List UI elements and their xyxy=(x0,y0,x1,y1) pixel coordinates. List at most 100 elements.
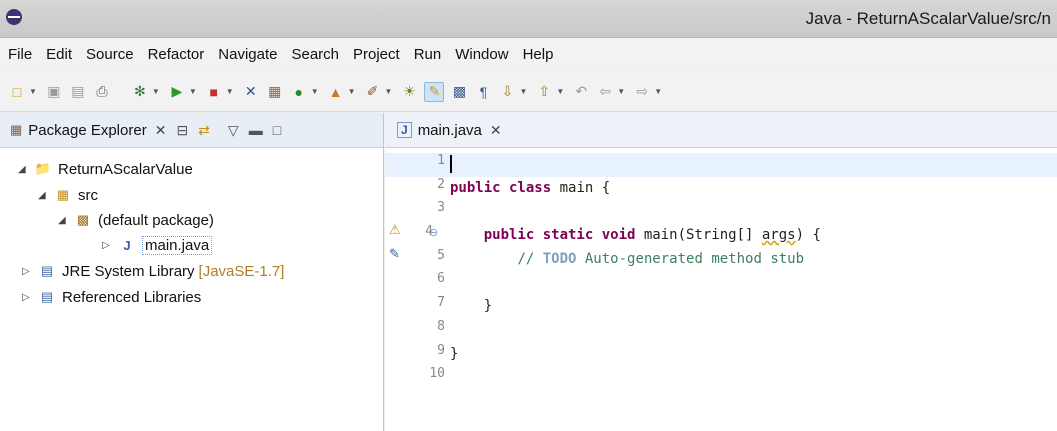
previous-annotation-dropdown-icon[interactable]: ▼ xyxy=(556,87,564,96)
print-icon[interactable]: ⎙ xyxy=(93,83,111,101)
text-cursor xyxy=(450,155,452,173)
search-icon[interactable]: ✐ xyxy=(364,83,382,101)
window-title: Java - ReturnAScalarValue/src/n xyxy=(805,9,1051,28)
line-number: 5 xyxy=(437,247,445,263)
close-icon[interactable]: ✕ xyxy=(155,122,167,139)
minimize-icon[interactable]: ▬ xyxy=(249,122,263,138)
package-explorer-view-icon: ▦ xyxy=(10,122,23,137)
title-bar: Java - ReturnAScalarValue/src/n xyxy=(0,0,1057,38)
next-annotation-icon[interactable]: ⇩ xyxy=(498,83,516,101)
back-dropdown-icon[interactable]: ▼ xyxy=(617,87,625,96)
menu-file[interactable]: File xyxy=(2,46,38,63)
menu-help[interactable]: Help xyxy=(517,46,560,63)
tree-item-main-java[interactable]: ▷ J main.java xyxy=(102,233,213,257)
collapse-all-icon[interactable]: ⊟ xyxy=(176,122,188,139)
show-whitespace-icon[interactable]: ¶ xyxy=(474,83,492,101)
line-number: 10 xyxy=(429,366,445,382)
tree-item-src[interactable]: ◢ ▦ src xyxy=(38,183,98,207)
previous-annotation-icon[interactable]: ⇧ xyxy=(535,83,553,101)
collapsed-twisty-icon[interactable]: ▷ xyxy=(102,240,114,251)
code-area[interactable]: public class main { public static void m… xyxy=(450,153,1050,390)
run-dropdown-icon[interactable]: ▼ xyxy=(189,87,197,96)
external-tools-icon[interactable]: ■ xyxy=(205,83,223,101)
maximize-icon[interactable]: □ xyxy=(273,122,281,138)
tree-item-jre-library[interactable]: ▷ ▤ JRE System Library [JavaSE-1.7] xyxy=(22,259,284,283)
todo-tag: TODO xyxy=(542,250,577,267)
back-icon[interactable]: ⇦ xyxy=(596,83,614,101)
last-edit-icon[interactable]: ↶ xyxy=(572,83,590,101)
package-icon: ▩ xyxy=(76,212,90,227)
default-package-label: (default package) xyxy=(98,211,214,229)
tree-item-default-package[interactable]: ◢ ▩ (default package) xyxy=(58,208,214,232)
close-icon[interactable]: ✕ xyxy=(490,122,502,139)
open-type-dropdown-icon[interactable]: ▼ xyxy=(348,87,356,96)
project-label: ReturnAScalarValue xyxy=(58,160,193,178)
save-all-icon[interactable]: ▤ xyxy=(69,83,87,101)
expanded-twisty-icon[interactable]: ◢ xyxy=(18,164,30,175)
comment: // xyxy=(517,250,543,267)
line-numbers: 1 2 3 4 5 6 7 8 9 10 xyxy=(413,153,445,390)
package-explorer-panel: ▦ Package Explorer ✕ ⊟ ⇄ ▽ ▬ □ ◢ 📁 Retur… xyxy=(0,113,384,431)
code-text: } xyxy=(450,345,459,362)
line-number: 6 xyxy=(437,271,445,287)
warning-icon[interactable]: ⚠ xyxy=(389,222,401,238)
line-number: 8 xyxy=(437,318,445,334)
menu-run[interactable]: Run xyxy=(408,46,448,63)
menu-search[interactable]: Search xyxy=(285,46,345,63)
code-line: } xyxy=(450,343,1050,367)
expanded-twisty-icon[interactable]: ◢ xyxy=(58,215,70,226)
run-icon[interactable]: ▶ xyxy=(168,83,186,101)
save-icon[interactable]: ▣ xyxy=(45,83,63,101)
search-dropdown-icon[interactable]: ▼ xyxy=(385,87,393,96)
keyword: public static void xyxy=(483,227,636,244)
code-editor[interactable]: J main.java ✕ ⚠ ✎ ⊖ 1 2 3 4 5 6 7 8 9 10… xyxy=(385,113,1057,431)
debug-icon[interactable]: ✻ xyxy=(131,83,149,101)
line-number: 7 xyxy=(437,295,445,311)
new-class-dropdown-icon[interactable]: ▼ xyxy=(311,87,319,96)
link-with-editor-icon[interactable]: ⇄ xyxy=(198,122,210,139)
tree-item-project[interactable]: ◢ 📁 ReturnAScalarValue xyxy=(18,157,193,181)
expanded-twisty-icon[interactable]: ◢ xyxy=(38,190,50,201)
collapsed-twisty-icon[interactable]: ▷ xyxy=(22,266,34,277)
open-type-icon[interactable]: ▲ xyxy=(327,83,345,101)
menu-source[interactable]: Source xyxy=(80,46,140,63)
menu-project[interactable]: Project xyxy=(347,46,406,63)
skip-breakpoints-icon[interactable]: ✕ xyxy=(242,83,260,101)
code-text: main(String[] xyxy=(635,227,762,244)
view-menu-icon[interactable]: ▽ xyxy=(228,122,239,139)
tree-item-referenced-libraries[interactable]: ▷ ▤ Referenced Libraries xyxy=(22,285,201,309)
mark-occurrences-icon[interactable]: ✎ xyxy=(424,81,445,102)
code-line: } xyxy=(450,295,1050,319)
block-selection-icon[interactable]: ▩ xyxy=(450,83,468,101)
menu-window[interactable]: Window xyxy=(449,46,514,63)
java-file-icon: J xyxy=(123,237,131,253)
new-icon[interactable]: □ xyxy=(8,83,26,101)
next-annotation-dropdown-icon[interactable]: ▼ xyxy=(519,87,527,96)
menu-edit[interactable]: Edit xyxy=(40,46,78,63)
forward-icon[interactable]: ⇨ xyxy=(633,83,651,101)
package-explorer-tab[interactable]: ▦ Package Explorer ✕ ⊟ ⇄ ▽ ▬ □ xyxy=(0,113,383,148)
package-explorer-tab-label: Package Explorer xyxy=(28,121,147,139)
forward-dropdown-icon[interactable]: ▼ xyxy=(654,87,662,96)
project-icon: 📁 xyxy=(34,161,52,176)
menu-navigate[interactable]: Navigate xyxy=(212,46,283,63)
code-text: } xyxy=(483,298,493,315)
source-folder-icon: ▦ xyxy=(56,187,70,202)
new-class-icon[interactable]: ● xyxy=(290,83,308,101)
lightbulb-icon[interactable]: ☀ xyxy=(400,83,418,101)
new-dropdown-icon[interactable]: ▼ xyxy=(29,87,37,96)
code-text: main { xyxy=(551,179,611,196)
comment: Auto-generated method stub xyxy=(576,250,805,267)
collapsed-twisty-icon[interactable]: ▷ xyxy=(22,292,34,303)
new-package-icon[interactable]: ▦ xyxy=(266,83,284,101)
external-tools-dropdown-icon[interactable]: ▼ xyxy=(226,87,234,96)
eclipse-icon[interactable] xyxy=(6,9,22,25)
jre-version-label: [JavaSE-1.7] xyxy=(198,262,285,280)
code-line: public static void main(String[] args) { xyxy=(450,224,1050,248)
editor-tab-main-java[interactable]: J main.java ✕ xyxy=(385,113,1057,148)
task-icon[interactable]: ✎ xyxy=(389,246,400,262)
debug-dropdown-icon[interactable]: ▼ xyxy=(152,87,160,96)
menu-refactor[interactable]: Refactor xyxy=(142,46,211,63)
